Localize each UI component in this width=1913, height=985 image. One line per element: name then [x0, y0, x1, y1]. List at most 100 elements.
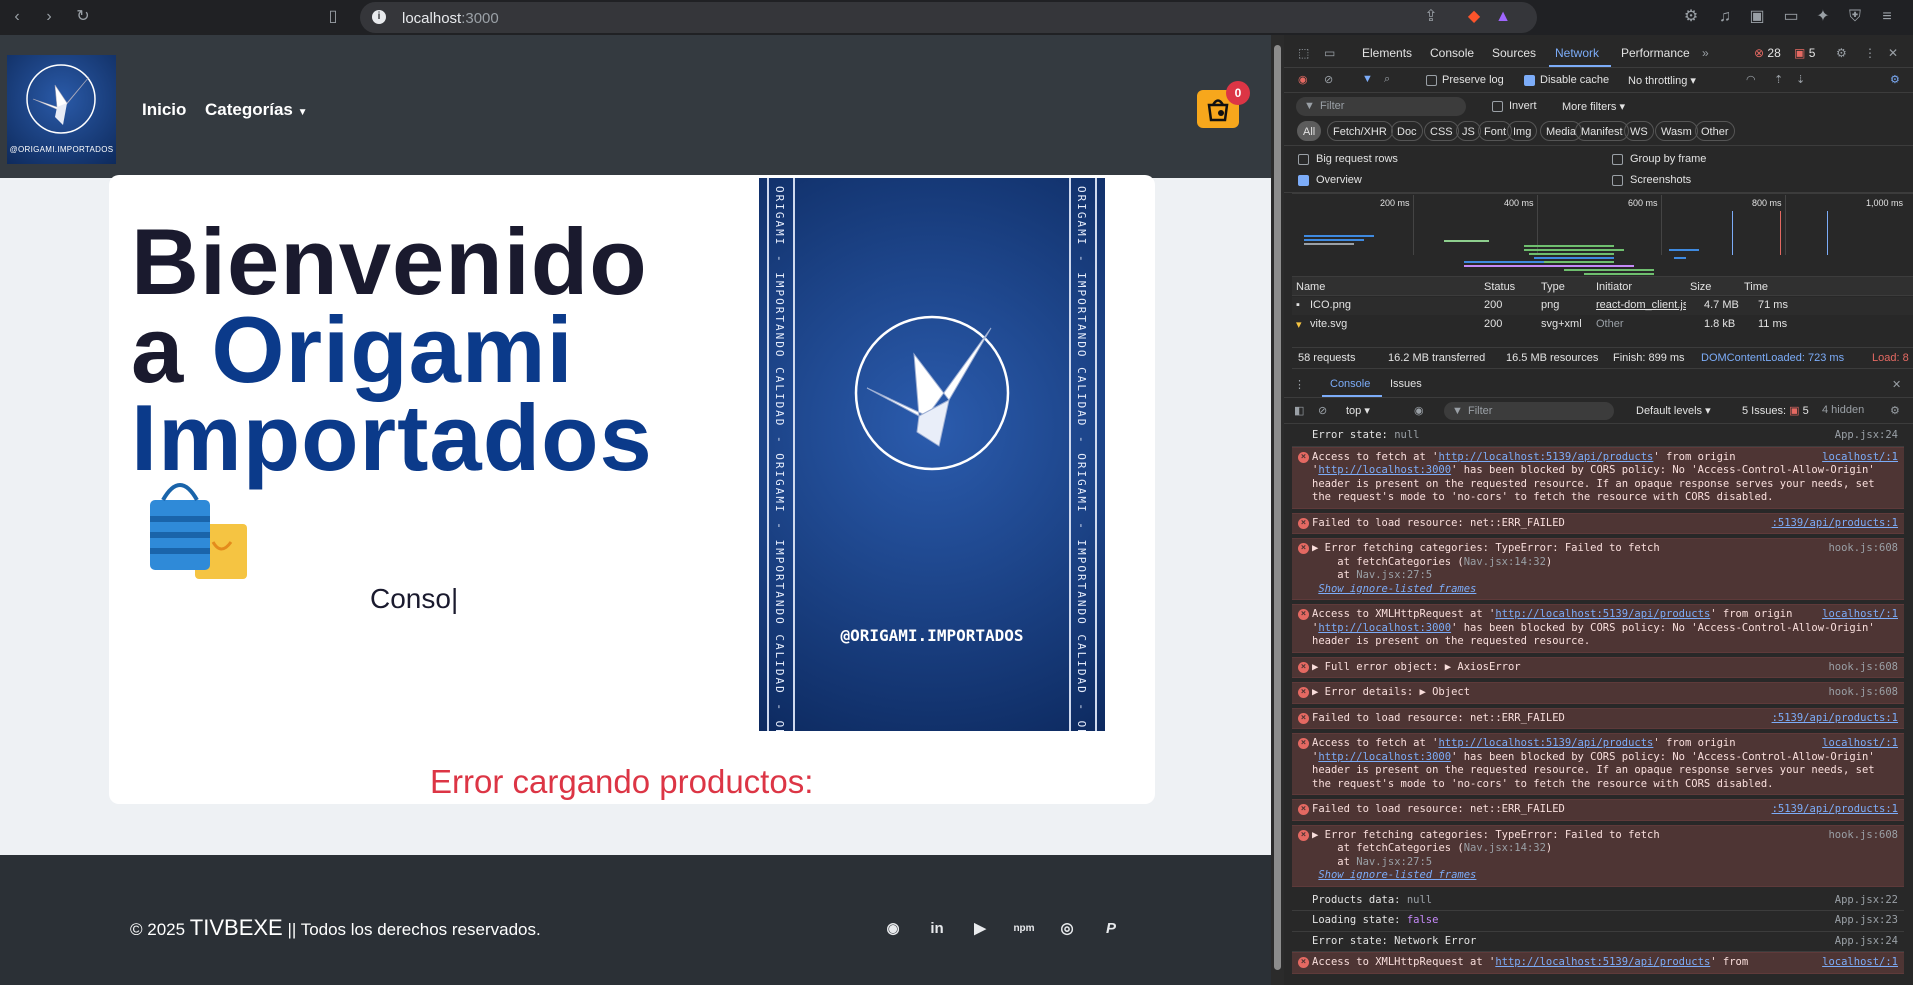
error-url-link[interactable]: http://localhost:5139/api/products [1438, 737, 1653, 749]
source-link[interactable]: hook.js:608 [1828, 542, 1898, 556]
origin-link[interactable]: http://localhost:3000 [1318, 464, 1451, 476]
youtube-icon[interactable]: ▶ [968, 917, 992, 941]
reload-icon[interactable]: ↻ [72, 6, 94, 28]
drawer-menu-icon[interactable]: ⋮ [1294, 378, 1305, 391]
chip-css[interactable]: CSS [1424, 121, 1459, 141]
device-toggle-icon[interactable]: ▭ [1324, 46, 1335, 60]
export-har-icon[interactable]: ⇣ [1796, 73, 1805, 86]
more-tabs-icon[interactable]: » [1702, 46, 1709, 60]
stack-location[interactable]: Nav.jsx:14:32 [1464, 556, 1546, 568]
source-link[interactable]: App.jsx:23 [1835, 914, 1898, 928]
live-expression-icon[interactable]: ◉ [1414, 404, 1424, 417]
stack-location[interactable]: Nav.jsx:27:5 [1356, 856, 1432, 868]
clear-icon[interactable]: ⊘ [1324, 73, 1333, 86]
preserve-log-checkbox[interactable] [1426, 75, 1437, 86]
chip-other[interactable]: Other [1695, 121, 1735, 141]
media-icon[interactable]: ♫ [1714, 6, 1736, 28]
stack-location[interactable]: Nav.jsx:27:5 [1356, 569, 1432, 581]
source-link[interactable]: hook.js:608 [1828, 686, 1898, 700]
brave-shield-icon[interactable]: ◆ [1463, 6, 1485, 28]
drawer-tab-console[interactable]: Console [1330, 378, 1370, 390]
extensions-icon[interactable]: ⚙ [1680, 6, 1702, 28]
network-settings-icon[interactable]: ⚙ [1890, 73, 1900, 86]
show-ignore-listed-link[interactable]: Show ignore-listed frames [1318, 869, 1476, 881]
vpn-icon[interactable]: ⛨ [1844, 6, 1866, 28]
chip-img[interactable]: Img [1507, 121, 1538, 141]
chrome-icon[interactable]: ◎ [1055, 917, 1079, 941]
tab-performance[interactable]: Performance [1621, 46, 1690, 60]
chip-doc[interactable]: Doc [1391, 121, 1423, 141]
npm-icon[interactable]: npm [1012, 917, 1036, 941]
show-ignore-listed-link[interactable]: Show ignore-listed frames [1318, 583, 1476, 595]
github-icon[interactable]: ◉ [881, 917, 905, 941]
chip-manifest[interactable]: Manifest [1575, 121, 1629, 141]
back-icon[interactable]: ‹ [6, 6, 28, 28]
source-link[interactable]: App.jsx:22 [1835, 894, 1898, 908]
source-link[interactable]: :5139/api/products:1 [1772, 803, 1898, 817]
issues-link[interactable]: 5 Issues: ▣ 5 [1742, 404, 1809, 417]
inspect-icon[interactable]: ⬚ [1298, 46, 1309, 60]
more-filters-dropdown[interactable]: More filters ▾ [1562, 100, 1625, 113]
drawer-tab-issues[interactable]: Issues [1390, 378, 1422, 390]
close-drawer-icon[interactable]: ✕ [1892, 378, 1901, 391]
nav-dropdown-categorias[interactable]: Categorías ▼ [205, 100, 308, 120]
address-bar[interactable]: i localhost:3000 ⇪ ◆ ▲ [360, 2, 1537, 33]
nav-link-inicio[interactable]: Inicio [142, 100, 186, 120]
chip-all[interactable]: All [1297, 121, 1322, 141]
logo[interactable]: @ORIGAMI.IMPORTADOS [7, 55, 116, 164]
big-request-rows-checkbox[interactable] [1298, 154, 1309, 165]
row-initiator[interactable]: react-dom_client.js?v [1596, 299, 1686, 311]
paypal-icon[interactable]: P [1099, 917, 1123, 941]
error-text[interactable]: ▶ Error details: ▶ Object [1312, 686, 1470, 698]
error-text[interactable]: ▶ Error fetching categories: TypeError: … [1312, 542, 1660, 554]
tab-network[interactable]: Network [1555, 46, 1599, 60]
console-settings-icon[interactable]: ⚙ [1890, 404, 1900, 417]
overview-checkbox[interactable] [1298, 175, 1309, 186]
site-info-icon[interactable]: i [372, 10, 386, 24]
source-link[interactable]: localhost/:1 [1822, 608, 1898, 622]
bookmark-icon[interactable]: ▯ [322, 6, 344, 28]
table-row[interactable]: ▪ ICO.png 200 png react-dom_client.js?v … [1292, 297, 1913, 315]
col-initiator[interactable]: Initiator [1596, 281, 1632, 293]
source-link[interactable]: :5139/api/products:1 [1772, 712, 1898, 726]
invert-checkbox[interactable] [1492, 101, 1503, 112]
menu-icon[interactable]: ≡ [1876, 6, 1898, 28]
network-conditions-icon[interactable]: ◠ [1746, 73, 1756, 86]
rewards-icon[interactable]: ▲ [1492, 6, 1514, 28]
col-size[interactable]: Size [1690, 281, 1711, 293]
source-link[interactable]: localhost/:1 [1822, 451, 1898, 465]
chip-ws[interactable]: WS [1624, 121, 1654, 141]
wallet-icon[interactable]: ▭ [1780, 6, 1802, 28]
stack-location[interactable]: Nav.jsx:14:32 [1464, 842, 1546, 854]
search-icon[interactable]: ⌕ [1384, 73, 1390, 86]
disable-cache-checkbox[interactable] [1524, 75, 1535, 86]
issue-counter[interactable]: ▣ 5 [1794, 46, 1815, 60]
console-filter-input[interactable]: ▼ Filter [1444, 402, 1614, 420]
leo-icon[interactable]: ✦ [1812, 6, 1834, 28]
source-link[interactable]: :5139/api/products:1 [1772, 517, 1898, 531]
tab-sources[interactable]: Sources [1492, 46, 1536, 60]
group-by-frame-checkbox[interactable] [1612, 154, 1623, 165]
chip-fetchxhr[interactable]: Fetch/XHR [1327, 121, 1393, 141]
chip-wasm[interactable]: Wasm [1655, 121, 1698, 141]
error-url-link[interactable]: http://localhost:5139/api/products [1495, 956, 1710, 968]
screenshots-checkbox[interactable] [1612, 175, 1623, 186]
col-time[interactable]: Time [1744, 281, 1768, 293]
source-link[interactable]: hook.js:608 [1828, 829, 1898, 843]
share-icon[interactable]: ⇪ [1420, 6, 1442, 28]
tab-console[interactable]: Console [1430, 46, 1474, 60]
linkedin-icon[interactable]: in [925, 917, 949, 941]
filter-icon[interactable]: ▼ [1362, 73, 1373, 85]
context-select[interactable]: top ▾ [1346, 404, 1370, 417]
source-link[interactable]: App.jsx:24 [1835, 935, 1898, 949]
network-filter-input[interactable]: ▼ Filter [1296, 97, 1466, 116]
import-har-icon[interactable]: ⇡ [1774, 73, 1783, 86]
record-icon[interactable]: ◉ [1298, 73, 1308, 86]
error-counter[interactable]: ⊗ 28 [1754, 46, 1781, 60]
source-link[interactable]: localhost/:1 [1822, 737, 1898, 751]
col-status[interactable]: Status [1484, 281, 1515, 293]
error-text[interactable]: ▶ Error fetching categories: TypeError: … [1312, 829, 1660, 841]
source-link[interactable]: hook.js:608 [1828, 661, 1898, 675]
origin-link[interactable]: http://localhost:3000 [1318, 622, 1451, 634]
col-type[interactable]: Type [1541, 281, 1565, 293]
